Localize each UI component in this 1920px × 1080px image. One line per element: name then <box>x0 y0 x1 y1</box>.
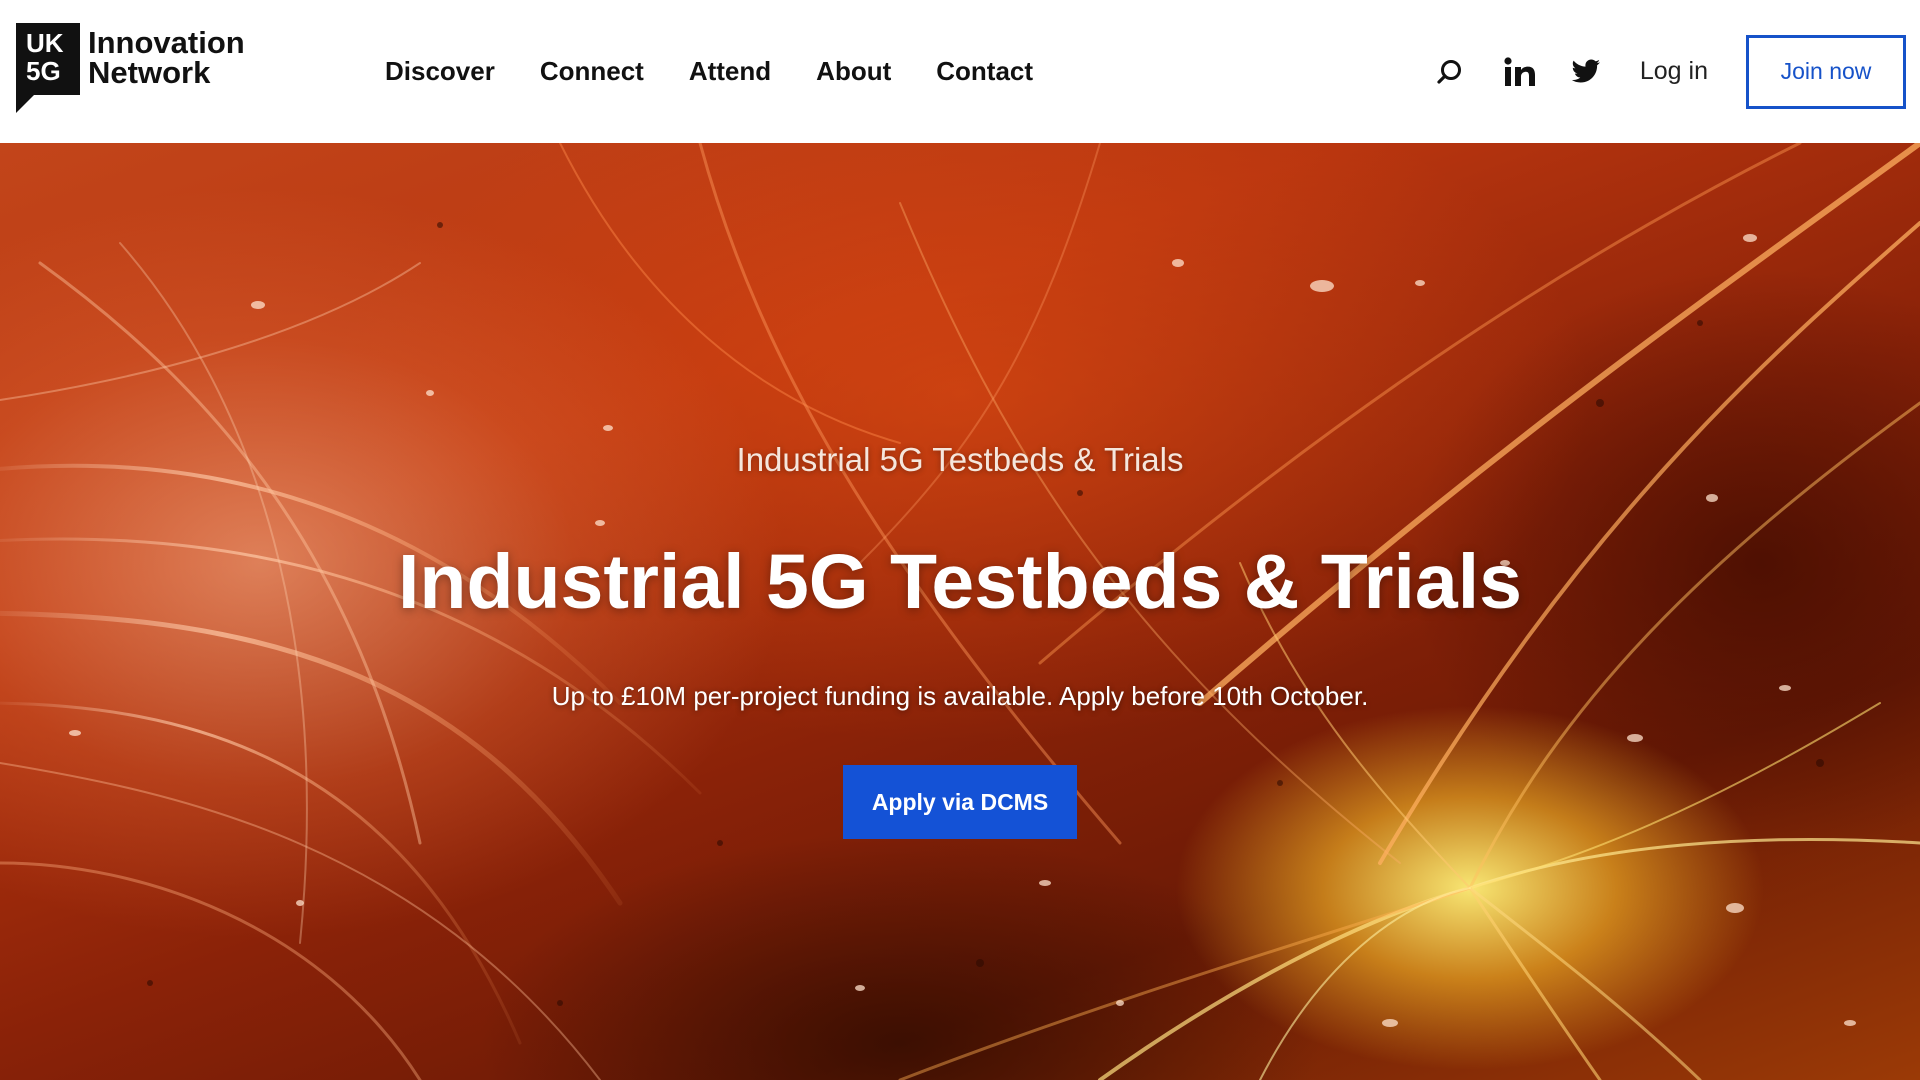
apply-via-dcms-button[interactable]: Apply via DCMS <box>843 765 1077 839</box>
hero-eyebrow: Industrial 5G Testbeds & Trials <box>736 441 1184 478</box>
site-header: UK 5G Innovation Network Discover Connec… <box>0 0 1920 143</box>
login-link[interactable]: Log in <box>1640 57 1708 86</box>
logo-text-line2: Network <box>88 55 211 90</box>
hero-subtitle: Up to £10M per-project funding is availa… <box>551 681 1369 711</box>
hero-content: Industrial 5G Testbeds & Trials Industri… <box>0 143 1920 1080</box>
logo-mark-line1: UK <box>26 28 64 58</box>
hero-banner: Industrial 5G Testbeds & Trials Industri… <box>0 143 1920 1080</box>
nav-item-connect[interactable]: Connect <box>540 56 644 87</box>
logo-text: Innovation Network <box>88 23 245 88</box>
twitter-icon[interactable] <box>1566 52 1606 92</box>
logo-mark: UK 5G <box>16 23 80 113</box>
logo-text-line1: Innovation <box>88 25 245 60</box>
hero-title: Industrial 5G Testbeds & Trials <box>398 539 1522 625</box>
header-actions: Log in Join now <box>1430 0 1906 143</box>
search-icon[interactable] <box>1430 52 1470 92</box>
main-nav: Discover Connect Attend About Contact <box>385 0 1033 143</box>
site-logo[interactable]: UK 5G Innovation Network <box>16 23 245 113</box>
nav-item-about[interactable]: About <box>816 56 891 87</box>
logo-mark-line2: 5G <box>26 56 61 86</box>
nav-item-discover[interactable]: Discover <box>385 56 495 87</box>
join-now-button[interactable]: Join now <box>1746 34 1906 109</box>
linkedin-icon[interactable] <box>1500 52 1540 92</box>
nav-item-attend[interactable]: Attend <box>689 56 771 87</box>
nav-item-contact[interactable]: Contact <box>936 56 1033 87</box>
